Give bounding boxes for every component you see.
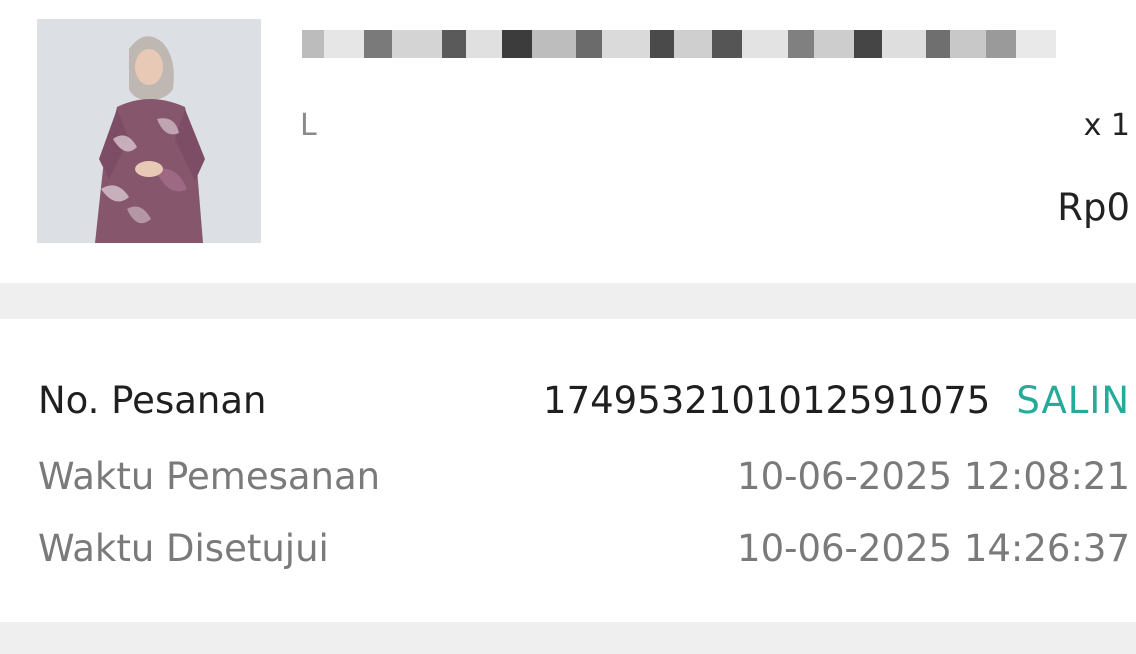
- product-price: Rp0: [1057, 186, 1130, 229]
- product-quantity: x 1: [1083, 108, 1130, 143]
- order-item-card[interactable]: L x 1 Rp0: [0, 0, 1136, 283]
- order-number-value: 1749532101012591075: [543, 378, 991, 422]
- product-thumbnail[interactable]: [37, 19, 261, 243]
- product-name-redacted: [302, 22, 1122, 66]
- order-time-label: Waktu Pemesanan: [38, 454, 381, 498]
- approved-time-label: Waktu Disetujui: [38, 526, 329, 570]
- approved-time-value: 10-06-2025 14:26:37: [737, 526, 1130, 570]
- bottom-divider: [0, 622, 1136, 654]
- product-photo-icon: [37, 19, 261, 243]
- order-time-row: Waktu Pemesanan 10-06-2025 12:08:21: [38, 451, 1130, 501]
- copy-order-number-button[interactable]: SALIN: [1016, 379, 1130, 422]
- product-variant: L: [300, 108, 317, 143]
- order-time-value: 10-06-2025 12:08:21: [737, 454, 1130, 498]
- section-divider: [0, 283, 1136, 319]
- order-number-label: No. Pesanan: [38, 378, 267, 422]
- approved-time-row: Waktu Disetujui 10-06-2025 14:26:37: [38, 523, 1130, 573]
- order-number-row: No. Pesanan 1749532101012591075 SALIN: [38, 375, 1130, 425]
- order-number-group: 1749532101012591075 SALIN: [543, 379, 1130, 422]
- order-info-section: No. Pesanan 1749532101012591075 SALIN Wa…: [0, 319, 1136, 622]
